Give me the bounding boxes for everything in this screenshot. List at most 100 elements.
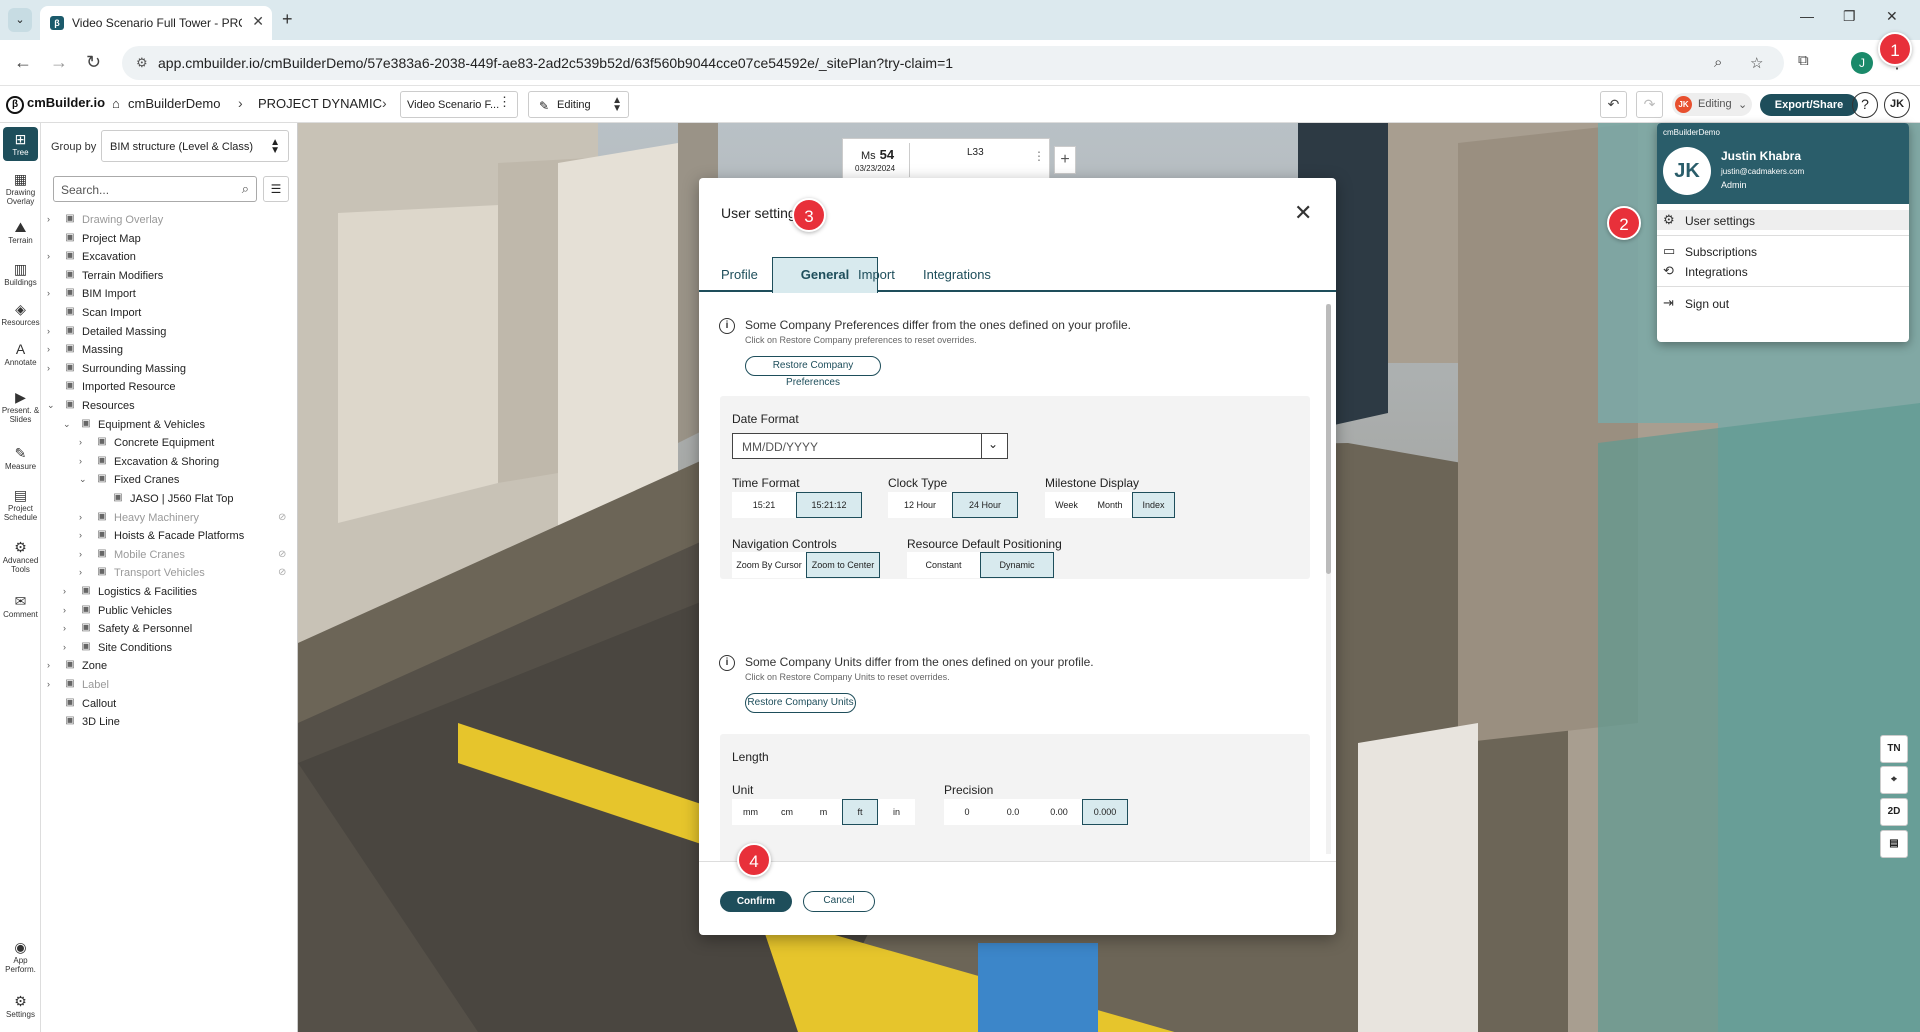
tree-item[interactable]: ▣ Imported Resource bbox=[47, 379, 277, 397]
tab-search-button[interactable]: ⌄ bbox=[8, 8, 32, 32]
breadcrumb-project[interactable]: PROJECT DYNAMIC bbox=[258, 96, 382, 111]
tab-import[interactable]: Import bbox=[858, 267, 895, 282]
rail-item-drawing-overlay[interactable]: ▦ Drawing Overlay bbox=[0, 171, 41, 206]
tree-filter-button[interactable]: ☰ bbox=[263, 176, 289, 202]
user-avatar-button[interactable]: JK bbox=[1884, 92, 1910, 118]
tab-integrations[interactable]: Integrations bbox=[923, 267, 991, 282]
toggle-2d-button[interactable]: 2D bbox=[1880, 798, 1908, 826]
rail-item-comment[interactable]: ✉ Comment bbox=[0, 593, 41, 619]
tree-item[interactable]: › ▣ Public Vehicles bbox=[63, 603, 277, 621]
precision-option[interactable]: 0.0 bbox=[990, 799, 1036, 825]
tree-item[interactable]: › ▣ Excavation & Shoring bbox=[79, 454, 277, 472]
navigation-option-selected[interactable]: Zoom to Center bbox=[806, 552, 880, 578]
chevron-right-icon[interactable]: › bbox=[47, 660, 57, 670]
more-icon[interactable]: ⋮ bbox=[1033, 149, 1045, 163]
time-format-option-selected[interactable]: 15:21:12 bbox=[796, 492, 862, 518]
time-format-option[interactable]: 15:21 bbox=[732, 492, 796, 518]
rail-item-app-perform-[interactable]: ◉ App Perform. bbox=[0, 939, 41, 974]
unit-option[interactable]: cm bbox=[769, 799, 805, 825]
tree-item[interactable]: › ▣ Zone bbox=[47, 658, 277, 676]
rail-item-tree[interactable]: ⊞ Tree bbox=[3, 127, 38, 161]
export-share-button[interactable]: Export/Share bbox=[1760, 94, 1858, 116]
restore-icon[interactable]: ❐ bbox=[1843, 8, 1856, 25]
tree-item[interactable]: › ▣ Mobile Cranes bbox=[79, 547, 277, 565]
tree-item[interactable]: › ▣ Heavy Machinery bbox=[79, 510, 277, 528]
group-by-dropdown[interactable]: BIM structure (Level & Class) ▲ ▼ bbox=[101, 130, 289, 162]
milestone-option-selected[interactable]: Index bbox=[1132, 492, 1175, 518]
chevron-right-icon[interactable]: › bbox=[79, 549, 89, 559]
precision-option[interactable]: 0.00 bbox=[1036, 799, 1082, 825]
tab-profile[interactable]: Profile bbox=[721, 267, 758, 282]
restore-company-preferences-button[interactable]: Restore Company Preferences bbox=[745, 356, 881, 388]
tree-item[interactable]: › ▣ Excavation bbox=[47, 249, 277, 267]
view-layers-icon[interactable]: ⌖ bbox=[1880, 766, 1908, 794]
redo-button[interactable]: ↷ bbox=[1636, 91, 1663, 118]
chevron-right-icon[interactable]: › bbox=[47, 344, 57, 354]
restore-company-units-button[interactable]: Restore Company Units bbox=[745, 693, 856, 713]
unit-option[interactable]: in bbox=[878, 799, 915, 825]
precision-option-selected[interactable]: 0.000 bbox=[1082, 799, 1128, 825]
site-info-icon[interactable]: ⚙ bbox=[136, 55, 148, 71]
reload-icon[interactable]: ↻ bbox=[86, 52, 101, 73]
extensions-icon[interactable]: ⧉ bbox=[1798, 52, 1809, 69]
milestone-card[interactable]: Ms 54 03/23/2024 L33 ⋮ bbox=[842, 138, 1050, 180]
scenario-dropdown[interactable]: Video Scenario F... ⋮ bbox=[400, 91, 518, 118]
close-icon[interactable]: ✕ bbox=[1294, 200, 1312, 226]
breadcrumb-org[interactable]: cmBuilderDemo bbox=[128, 96, 220, 111]
rail-item-advanced-tools[interactable]: ⚙ Advanced Tools bbox=[0, 539, 41, 574]
minimize-icon[interactable]: — bbox=[1800, 8, 1814, 24]
new-tab-icon[interactable]: + bbox=[282, 9, 293, 30]
precision-option[interactable]: 0 bbox=[944, 799, 990, 825]
tree-item[interactable]: ⌄ ▣ Equipment & Vehicles bbox=[63, 417, 277, 435]
home-icon[interactable]: ⌂ bbox=[112, 96, 120, 111]
milestone-option[interactable]: Week bbox=[1045, 492, 1088, 518]
tree-item[interactable]: ⌄ ▣ Resources bbox=[47, 398, 277, 416]
chevron-right-icon[interactable]: › bbox=[47, 363, 57, 373]
chevron-right-icon[interactable]: › bbox=[63, 605, 73, 615]
visibility-hidden-icon[interactable]: ⊘ bbox=[278, 512, 286, 523]
chevron-right-icon[interactable]: › bbox=[79, 567, 89, 577]
tree-item[interactable]: › ▣ Drawing Overlay bbox=[47, 212, 277, 230]
tree-item[interactable]: ▣ Scan Import bbox=[47, 305, 277, 323]
clock-type-option[interactable]: 12 Hour bbox=[888, 492, 952, 518]
tree-item[interactable]: › ▣ Label bbox=[47, 677, 277, 695]
chevron-down-icon[interactable]: ⌄ bbox=[63, 419, 73, 430]
chevron-down-icon[interactable]: ⌄ bbox=[79, 474, 89, 485]
confirm-button[interactable]: Confirm bbox=[720, 891, 792, 912]
tree-item[interactable]: › ▣ Hoists & Facade Platforms bbox=[79, 528, 277, 546]
add-milestone-button[interactable]: + bbox=[1054, 146, 1076, 174]
mode-dropdown[interactable]: ✎ Editing ▲ ▼ bbox=[528, 91, 629, 118]
chevron-right-icon[interactable]: › bbox=[79, 512, 89, 522]
tree-item[interactable]: › ▣ Logistics & Facilities bbox=[63, 584, 277, 602]
visibility-hidden-icon[interactable]: ⊘ bbox=[278, 567, 286, 578]
unit-option[interactable]: m bbox=[805, 799, 842, 825]
menu-item-integrations[interactable]: ⟲ Integrations bbox=[1657, 261, 1909, 281]
tree-item[interactable]: › ▣ BIM Import bbox=[47, 286, 277, 304]
tree-item[interactable]: › ▣ Surrounding Massing bbox=[47, 361, 277, 379]
navigation-option[interactable]: Zoom By Cursor bbox=[732, 552, 806, 578]
tree-item[interactable]: › ▣ Massing bbox=[47, 342, 277, 360]
forward-icon[interactable]: → bbox=[50, 52, 68, 73]
rail-item-settings[interactable]: ⚙ Settings bbox=[0, 993, 41, 1019]
tree-item[interactable]: ▣ Terrain Modifiers bbox=[47, 268, 277, 286]
color-legend-icon[interactable]: ▤ bbox=[1880, 830, 1908, 858]
chevron-right-icon[interactable]: › bbox=[63, 586, 73, 596]
visibility-hidden-icon[interactable]: ⊘ bbox=[278, 549, 286, 560]
scrollbar-thumb[interactable] bbox=[1326, 304, 1331, 574]
rail-item-terrain[interactable]: ⛰ Terrain bbox=[0, 219, 41, 245]
browser-profile-avatar[interactable]: J bbox=[1851, 52, 1873, 74]
tree-search-input[interactable]: Search... ⌕ bbox=[53, 176, 257, 202]
chevron-right-icon[interactable]: › bbox=[47, 679, 57, 689]
chevron-right-icon[interactable]: › bbox=[79, 437, 89, 447]
back-icon[interactable]: ← bbox=[14, 52, 32, 73]
chevron-down-icon[interactable]: ⌄ bbox=[47, 400, 57, 411]
tree-item[interactable]: › ▣ Site Conditions bbox=[63, 640, 277, 658]
tree-item[interactable]: › ▣ Detailed Massing bbox=[47, 324, 277, 342]
tree-item[interactable]: ⌄ ▣ Fixed Cranes bbox=[79, 472, 277, 490]
tree-item[interactable]: ▣ JASO | J560 Flat Top bbox=[95, 491, 277, 509]
chevron-right-icon[interactable]: › bbox=[79, 456, 89, 466]
close-icon[interactable]: ✕ bbox=[252, 13, 264, 30]
browser-tab[interactable]: β Video Scenario Full Tower - PROJECT DY… bbox=[40, 6, 272, 40]
compass-icon[interactable]: TN bbox=[1880, 735, 1908, 763]
tree-item[interactable]: › ▣ Safety & Personnel bbox=[63, 621, 277, 639]
